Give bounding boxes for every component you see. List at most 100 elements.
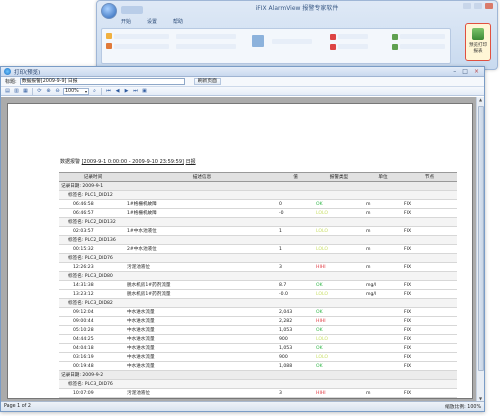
ribbon-tool[interactable]: [338, 44, 368, 49]
zoom-indicator: 缩放比例: 100%: [444, 405, 481, 410]
table-row: 10:07:09 污泥池液位 3 HIHI m FIX: [59, 388, 457, 398]
ribbon-tool-icon[interactable]: [106, 33, 112, 39]
record-time: 00:19:48: [59, 361, 127, 371]
alarm-value: 2,282: [277, 316, 314, 326]
app-window-controls: [463, 3, 493, 9]
ribbon-tool-icon[interactable]: [106, 43, 112, 49]
unit: m: [364, 388, 402, 398]
record-date: 记录日期: 2009-9-2: [59, 370, 457, 380]
maximize-icon[interactable]: [474, 3, 482, 9]
column-header: 记录时间: [59, 172, 127, 182]
table-row: 04:44:25 中水进水流量 900 LOLO FIX: [59, 334, 457, 344]
alarm-value: 8.7: [277, 280, 314, 290]
ribbon-tool[interactable]: [114, 34, 169, 39]
record-time: 13:23:12: [59, 289, 127, 299]
preview-titlebar: 打印(预览) – □ ×: [1, 67, 484, 77]
tag-group-row: 标签名: PLC3_DID76: [59, 253, 457, 263]
record-time: 00:15:32: [59, 244, 127, 254]
zoom-out-icon[interactable]: ⊖: [54, 88, 61, 95]
ribbon-tool-icon[interactable]: [392, 34, 398, 40]
minimize-icon[interactable]: [463, 3, 471, 9]
unit: m: [364, 226, 402, 236]
refresh-icon[interactable]: ⟳: [36, 88, 43, 95]
alarm-type: OK: [314, 280, 364, 290]
table-row: 00:15:32 2#中水池液位 1 LOLO m FIX: [59, 244, 457, 254]
table-row: 04:04:18 中水进水流量 1,053 OK FIX: [59, 343, 457, 353]
search-icon[interactable]: ⌕: [91, 88, 98, 95]
tab-settings[interactable]: 设置: [147, 18, 157, 25]
node: FIX: [402, 244, 457, 254]
vertical-scrollbar[interactable]: ▲ ▼: [476, 97, 484, 403]
table-row: 05:10:28 中水进水流量 1,053 OK FIX: [59, 325, 457, 335]
ribbon-tool-icon[interactable]: [330, 34, 336, 40]
ribbon-tabs: 开始 设置 帮助: [121, 18, 183, 25]
title-input[interactable]: 数据报警[2009-9-9] 日报: [19, 78, 185, 85]
ribbon-tool[interactable]: [272, 39, 312, 44]
date-group-row: 记录日期: 2009-9-1: [59, 181, 457, 191]
refresh-page-button[interactable]: 刷新页面: [193, 78, 221, 85]
next-page-icon[interactable]: ▶: [123, 88, 130, 95]
description: 脱水机房1#药剂流量: [127, 289, 277, 299]
minimize-icon[interactable]: –: [453, 68, 456, 75]
scroll-up-icon[interactable]: ▲: [477, 97, 484, 104]
description: 中水进水流量: [127, 316, 277, 326]
print-icon[interactable]: ▤: [4, 88, 11, 95]
report-range-value: [2009-9-1 0:00:00 - 2009-9-10 23:59:59]: [81, 159, 184, 165]
preview-statusbar: Page 1 of 2 缩放比例: 100%: [1, 401, 484, 411]
ribbon-tool-icon[interactable]: [330, 44, 336, 50]
alarm-value: -0: [277, 208, 314, 218]
alarm-value: 1: [277, 226, 314, 236]
column-header: 报警类型: [314, 172, 364, 182]
first-page-icon[interactable]: ⏮: [105, 88, 112, 95]
record-time: 04:44:25: [59, 334, 127, 344]
record-time: 04:04:18: [59, 343, 127, 353]
close-icon[interactable]: ×: [474, 68, 479, 75]
background-app-window: iFIX AlarmView 报警专家软件 开始 设置 帮助 预览打印 报表: [96, 0, 498, 70]
ribbon-large-icon[interactable]: [252, 35, 264, 47]
maximize-icon[interactable]: □: [462, 68, 468, 75]
record-time: 12:26:23: [59, 262, 127, 272]
alarm-value: -0.0: [277, 289, 314, 299]
title-form: 标题: 数据报警[2009-9-9] 日报 刷新页面: [1, 77, 484, 86]
previous-page-icon[interactable]: ◀: [114, 88, 121, 95]
table-header-row: 记录时间 描述信息 值 报警类型 单位 节点: [59, 172, 457, 182]
tag-name: 标签名: PLC1_DID12: [59, 190, 457, 200]
ribbon-tool-icon[interactable]: [392, 44, 398, 50]
export-icon[interactable]: ▦: [22, 88, 29, 95]
tag-name: 标签名: PLC3_DID76: [59, 253, 457, 263]
ribbon-tool[interactable]: [400, 44, 445, 49]
ribbon-tool[interactable]: [400, 34, 445, 39]
zoom-in-icon[interactable]: ⊕: [45, 88, 52, 95]
tag-name: 标签名: PLC3_DID76: [59, 379, 457, 389]
ribbon-panel: [101, 28, 451, 64]
record-time: 09:44:46: [59, 397, 127, 398]
tab-help[interactable]: 帮助: [173, 18, 183, 25]
table-row: 03:16:19 中水进水流量 900 LOLO FIX: [59, 352, 457, 362]
tag-group-row: 标签名: PLC1_DID12: [59, 190, 457, 200]
node: FIX: [402, 361, 457, 371]
column-header: 节点: [402, 172, 457, 182]
scrollbar-thumb[interactable]: [478, 106, 484, 371]
record-time: 05:10:28: [59, 325, 127, 335]
close-preview-icon[interactable]: ▣: [141, 88, 148, 95]
report-range-suffix: 日报: [185, 159, 196, 165]
title-label: 标题:: [5, 79, 17, 85]
alarm-type: LOLO: [314, 208, 364, 218]
alarm-type: LOLO: [314, 226, 364, 236]
ribbon-tool[interactable]: [338, 34, 368, 39]
description: 1#中水池液位: [127, 226, 277, 236]
description: 2#中水池液位: [127, 244, 277, 254]
ribbon-tool[interactable]: [114, 44, 169, 49]
zoom-select[interactable]: 100%: [63, 87, 89, 95]
page-setup-icon[interactable]: ▥: [13, 88, 20, 95]
close-icon[interactable]: [485, 3, 493, 9]
description: 中水进水流量: [127, 334, 277, 344]
print-preview-button[interactable]: 预览打印 报表: [465, 23, 491, 61]
unit: m: [364, 244, 402, 254]
ribbon-tool[interactable]: [176, 44, 236, 49]
node: FIX: [402, 316, 457, 326]
tab-start[interactable]: 开始: [121, 18, 131, 25]
tag-name: 标签名: PLC2_DID136: [59, 235, 457, 245]
ribbon-tool[interactable]: [176, 34, 236, 39]
last-page-icon[interactable]: ⏭: [132, 88, 139, 95]
